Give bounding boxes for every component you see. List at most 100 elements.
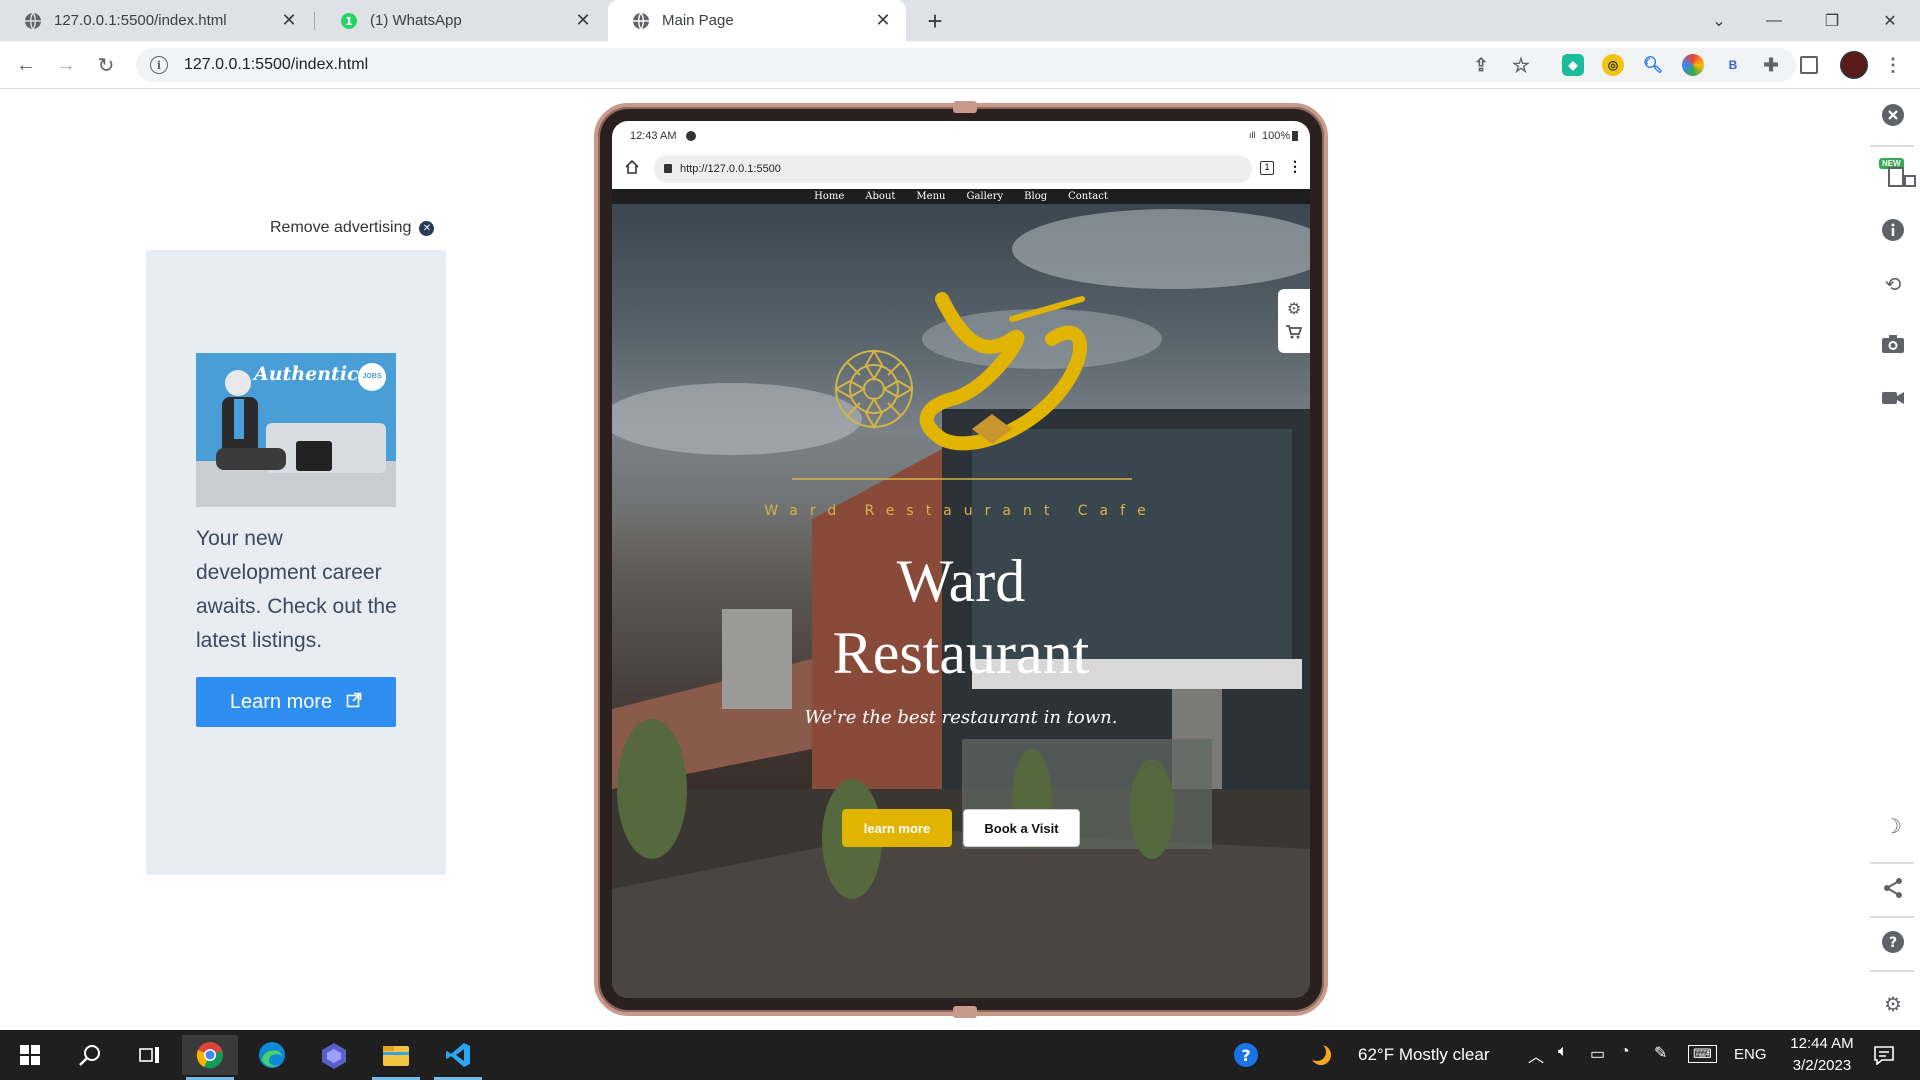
clock-time[interactable]: 12:44 AM <box>1786 1035 1858 1052</box>
menu-kebab-icon[interactable]: ⋮ <box>1882 54 1904 76</box>
tabs-count-icon[interactable]: 1 <box>1260 161 1274 175</box>
device-hinge <box>953 1006 977 1018</box>
window-close-icon[interactable]: ✕ <box>1861 0 1919 41</box>
profile-avatar[interactable] <box>1840 51 1868 79</box>
whatsapp-icon: 1 <box>340 12 358 30</box>
windows-taskbar: ? 62°F Mostly clear ︿ 🔈︎ ▭ ◔ ✎ ⌨ ENG 12:… <box>0 1030 1920 1080</box>
weather-text[interactable]: 62°F Mostly clear <box>1358 1045 1490 1065</box>
address-bar[interactable]: i 127.0.0.1:5500/index.html <box>136 48 1796 82</box>
share-icon[interactable]: ⇪ <box>1470 54 1492 76</box>
device-battery: 100% <box>1262 130 1291 142</box>
device-layout-icon[interactable]: NEW <box>1879 158 1919 190</box>
nav-menu[interactable]: Menu <box>916 191 945 202</box>
cart-icon[interactable] <box>1286 324 1303 344</box>
gear-icon[interactable]: ⚙ <box>1287 299 1301 319</box>
tab-local-index[interactable]: 127.0.0.1:5500/index.html ✕ <box>0 0 312 41</box>
address-url: 127.0.0.1:5500/index.html <box>184 56 369 73</box>
search-extension-icon[interactable]: 🔍︎ <box>1642 54 1664 76</box>
ad-image[interactable]: Authentic JOBS <box>196 353 396 507</box>
share-icon[interactable] <box>1879 874 1907 902</box>
windows-start-icon[interactable] <box>2 1035 58 1075</box>
notification-dot-icon <box>686 131 696 141</box>
wifi-icon[interactable]: ◔ <box>1620 1043 1630 1061</box>
sidebar-divider <box>1870 145 1914 147</box>
info-icon[interactable] <box>1879 216 1907 244</box>
help-icon[interactable]: ? <box>1879 928 1907 956</box>
site-info-icon[interactable]: i <box>150 56 168 74</box>
remove-advertising-label: Remove advertising <box>270 219 412 236</box>
new-tab-button[interactable]: + <box>920 6 950 36</box>
coin-extension-icon[interactable]: ◎ <box>1602 54 1624 76</box>
device-hinge <box>953 101 977 113</box>
close-circle-icon: ✕ <box>419 220 435 236</box>
back-icon[interactable]: ← <box>12 51 40 79</box>
forward-icon[interactable]: → <box>52 51 80 79</box>
help-tray-icon[interactable]: ? <box>1218 1035 1274 1075</box>
language-indicator[interactable]: ENG <box>1734 1046 1767 1063</box>
camera-icon[interactable] <box>1879 330 1907 358</box>
nav-contact[interactable]: Contact <box>1068 191 1108 202</box>
teams-meet-taskbar-icon[interactable] <box>306 1035 362 1075</box>
nav-blog[interactable]: Blog <box>1024 191 1047 202</box>
side-panel-icon[interactable] <box>1800 56 1818 74</box>
device-time: 12:43 AM <box>630 130 677 142</box>
ad-image-badge: JOBS <box>362 373 382 380</box>
sidebar-divider <box>1870 916 1914 918</box>
hero-book-visit-button[interactable]: Book a Visit <box>963 809 1080 847</box>
reload-icon[interactable]: ↻ <box>92 51 120 79</box>
file-explorer-icon[interactable] <box>368 1035 424 1080</box>
tab-label: (1) WhatsApp <box>370 12 462 29</box>
video-camera-icon[interactable] <box>1879 384 1907 412</box>
remove-advertising-link[interactable]: Remove advertising ✕ <box>270 219 435 237</box>
tab-search-chevron-icon[interactable]: ⌄ <box>1690 0 1748 41</box>
edge-taskbar-icon[interactable] <box>244 1035 300 1075</box>
close-sidebar-icon[interactable] <box>1879 101 1907 129</box>
tab-divider <box>314 12 315 30</box>
hero-tagline: We're the best restaurant in town. <box>804 707 1118 728</box>
nav-gallery[interactable]: Gallery <box>966 191 1003 202</box>
tab-label: 127.0.0.1:5500/index.html <box>54 12 227 29</box>
tab-main-page[interactable]: Main Page ✕ <box>608 0 906 41</box>
vscode-taskbar-icon[interactable] <box>430 1035 486 1080</box>
puzzle-extensions-icon[interactable]: ✚ <box>1760 54 1782 76</box>
search-icon[interactable] <box>62 1035 118 1075</box>
close-icon[interactable]: ✕ <box>874 10 892 30</box>
dark-mode-moon-icon[interactable]: ☽ <box>1879 812 1907 840</box>
mobile-url-text: http://127.0.0.1:5500 <box>680 163 781 175</box>
touch-keyboard-icon[interactable]: ⌨ <box>1688 1045 1717 1063</box>
color-picker-extension-icon[interactable] <box>1682 54 1704 76</box>
shield-extension-icon[interactable]: ◆ <box>1562 54 1584 76</box>
mobile-url-field[interactable]: http://127.0.0.1:5500 <box>654 155 1252 183</box>
weather-moon-icon[interactable] <box>1306 1035 1336 1075</box>
battery-tray-icon[interactable]: ▭ <box>1590 1044 1605 1064</box>
nav-about[interactable]: About <box>865 191 895 202</box>
close-icon[interactable]: ✕ <box>280 10 298 30</box>
learn-more-ad-button[interactable]: Learn more <box>196 677 396 727</box>
pen-icon[interactable]: ✎ <box>1654 1043 1667 1063</box>
volume-icon[interactable]: 🔈︎ <box>1558 1043 1568 1061</box>
tab-whatsapp[interactable]: 1 (1) WhatsApp ✕ <box>316 0 606 41</box>
task-view-icon[interactable] <box>122 1035 178 1075</box>
rotate-icon[interactable]: ⟲ <box>1879 270 1907 298</box>
battery-icon <box>1292 131 1298 141</box>
device-status-bar: 12:43 AM ıll 100% <box>612 121 1310 149</box>
chrome-taskbar-icon[interactable] <box>182 1035 238 1080</box>
notification-center-icon[interactable] <box>1860 1035 1908 1075</box>
nav-home[interactable]: Home <box>814 191 844 202</box>
hero-learn-more-button[interactable]: learn more <box>842 809 952 847</box>
lock-icon <box>664 164 672 173</box>
ad-image-brand: Authentic <box>254 363 359 385</box>
home-icon[interactable] <box>624 159 640 180</box>
svg-text:?: ? <box>1241 1046 1250 1065</box>
b-extension-icon[interactable]: B <box>1722 54 1744 76</box>
clock-date[interactable]: 3/2/2023 <box>1786 1057 1858 1074</box>
site-side-tools: ⚙ <box>1278 289 1310 353</box>
restore-icon[interactable]: ❐ <box>1803 0 1861 41</box>
hero-title-line2: Restaurant <box>832 620 1090 686</box>
gear-icon[interactable]: ⚙ <box>1879 990 1907 1018</box>
mobile-menu-icon[interactable]: ⋮ <box>1288 158 1302 175</box>
minimize-icon[interactable]: — <box>1745 0 1803 41</box>
show-hidden-icons-chevron-icon[interactable]: ︿ <box>1528 1043 1544 1067</box>
close-icon[interactable]: ✕ <box>574 10 592 30</box>
bookmark-star-icon[interactable]: ☆ <box>1510 54 1532 77</box>
